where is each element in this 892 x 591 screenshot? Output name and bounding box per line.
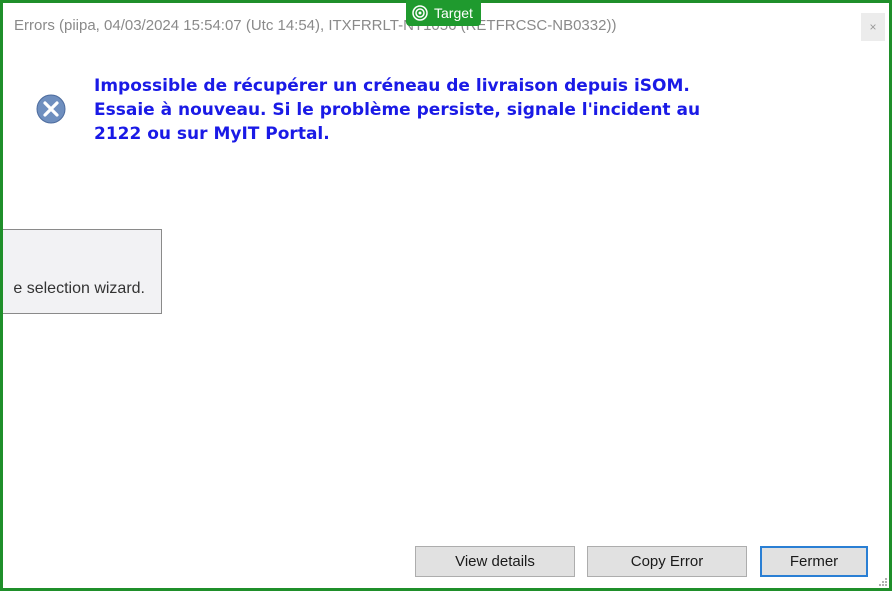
target-icon xyxy=(412,5,428,21)
error-message-line: Essaie à nouveau. Si le problème persist… xyxy=(94,100,701,120)
background-wizard-panel: e selection wizard. xyxy=(3,229,162,314)
error-message: Impossible de récupérer un créneau de li… xyxy=(94,74,854,146)
close-icon: × xyxy=(869,20,877,34)
error-dialog: Errors (piipa, 04/03/2024 15:54:07 (Utc … xyxy=(3,3,889,588)
close-button[interactable]: Fermer xyxy=(760,546,868,577)
window-title: Errors (piipa, 04/03/2024 15:54:07 (Utc … xyxy=(14,17,617,34)
error-message-line: Impossible de récupérer un créneau de li… xyxy=(94,76,690,96)
resize-grip-icon[interactable] xyxy=(877,576,887,586)
copy-error-button[interactable]: Copy Error xyxy=(587,546,747,577)
view-details-button[interactable]: View details xyxy=(415,546,575,577)
target-badge-label: Target xyxy=(434,5,473,21)
error-x-icon xyxy=(36,94,66,124)
background-wizard-text: e selection wizard. xyxy=(13,280,145,297)
target-badge: Target xyxy=(406,0,481,26)
close-window-button[interactable]: × xyxy=(861,13,885,41)
error-message-line: 2122 ou sur MyIT Portal. xyxy=(94,124,330,144)
